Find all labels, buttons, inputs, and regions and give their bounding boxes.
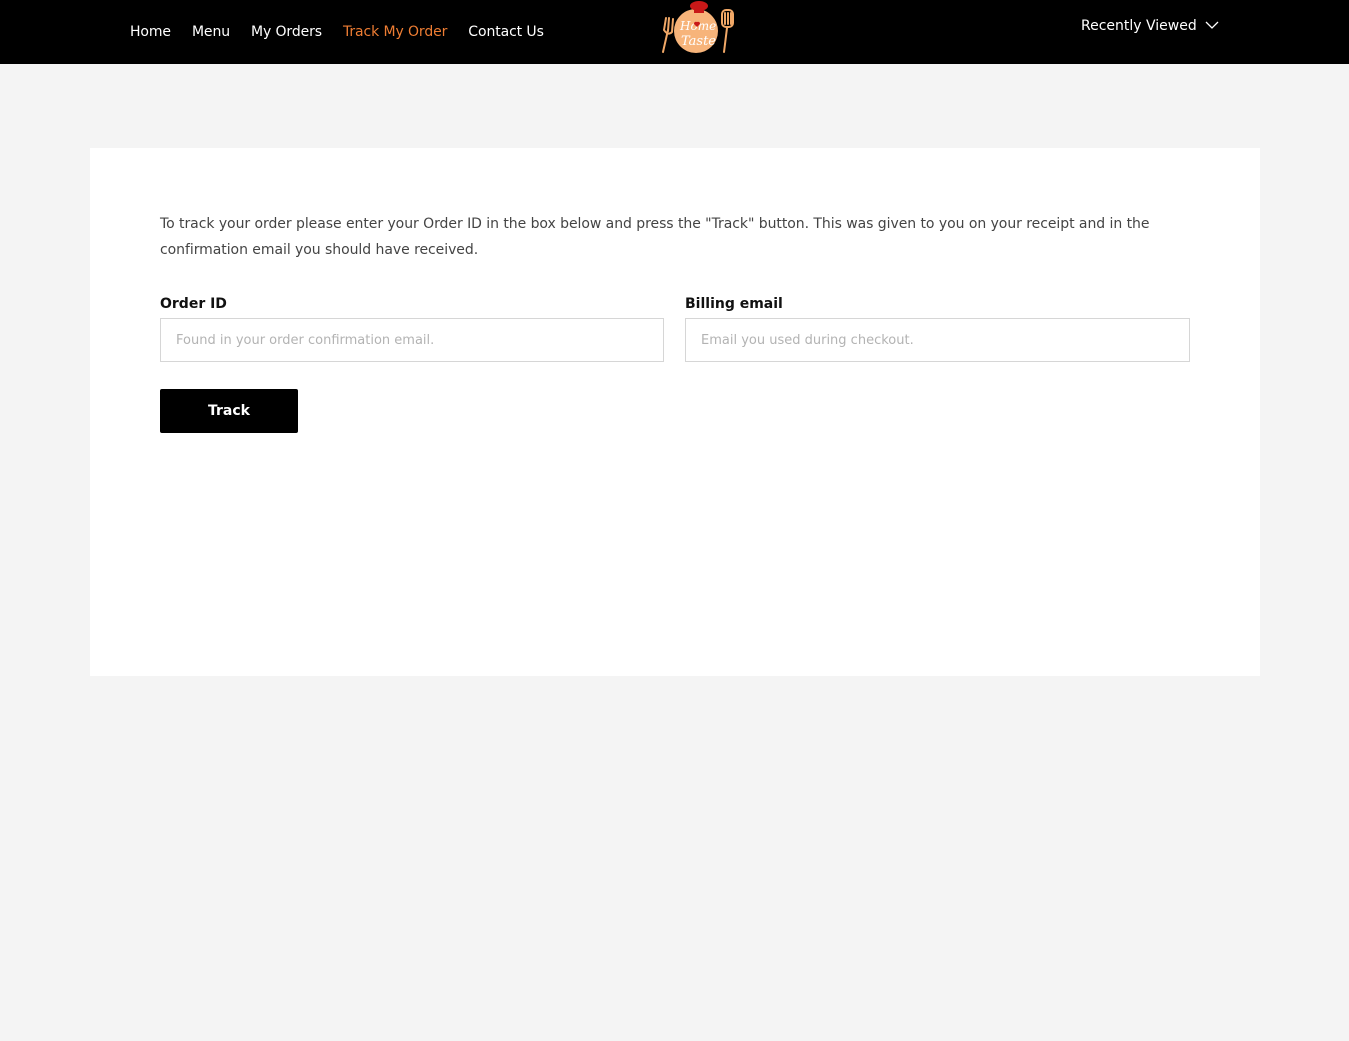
nav-menu[interactable]: Menu	[192, 21, 230, 43]
home-taste-logo[interactable]: Home Taste	[654, 0, 738, 58]
order-id-label: Order ID	[160, 296, 227, 312]
nav-track-my-order[interactable]: Track My Order	[343, 21, 447, 43]
svg-text:Taste: Taste	[681, 34, 716, 49]
track-button[interactable]: Track	[160, 389, 298, 433]
main-nav: Home Menu My Orders Track My Order Conta…	[130, 21, 565, 43]
nav-my-orders[interactable]: My Orders	[251, 21, 322, 43]
recently-viewed-dropdown[interactable]: Recently Viewed	[1081, 15, 1219, 37]
track-order-card: To track your order please enter your Or…	[90, 148, 1260, 676]
billing-email-label: Billing email	[685, 296, 783, 312]
tracking-instructions: To track your order please enter your Or…	[160, 216, 1150, 258]
nav-home[interactable]: Home	[130, 21, 171, 43]
nav-contact-us[interactable]: Contact Us	[468, 21, 544, 43]
chevron-down-icon	[1205, 21, 1219, 29]
billing-email-input[interactable]	[685, 318, 1190, 362]
order-id-input[interactable]	[160, 318, 664, 362]
recently-viewed-label: Recently Viewed	[1081, 18, 1197, 34]
site-header: Home Menu My Orders Track My Order Conta…	[0, 0, 1349, 64]
